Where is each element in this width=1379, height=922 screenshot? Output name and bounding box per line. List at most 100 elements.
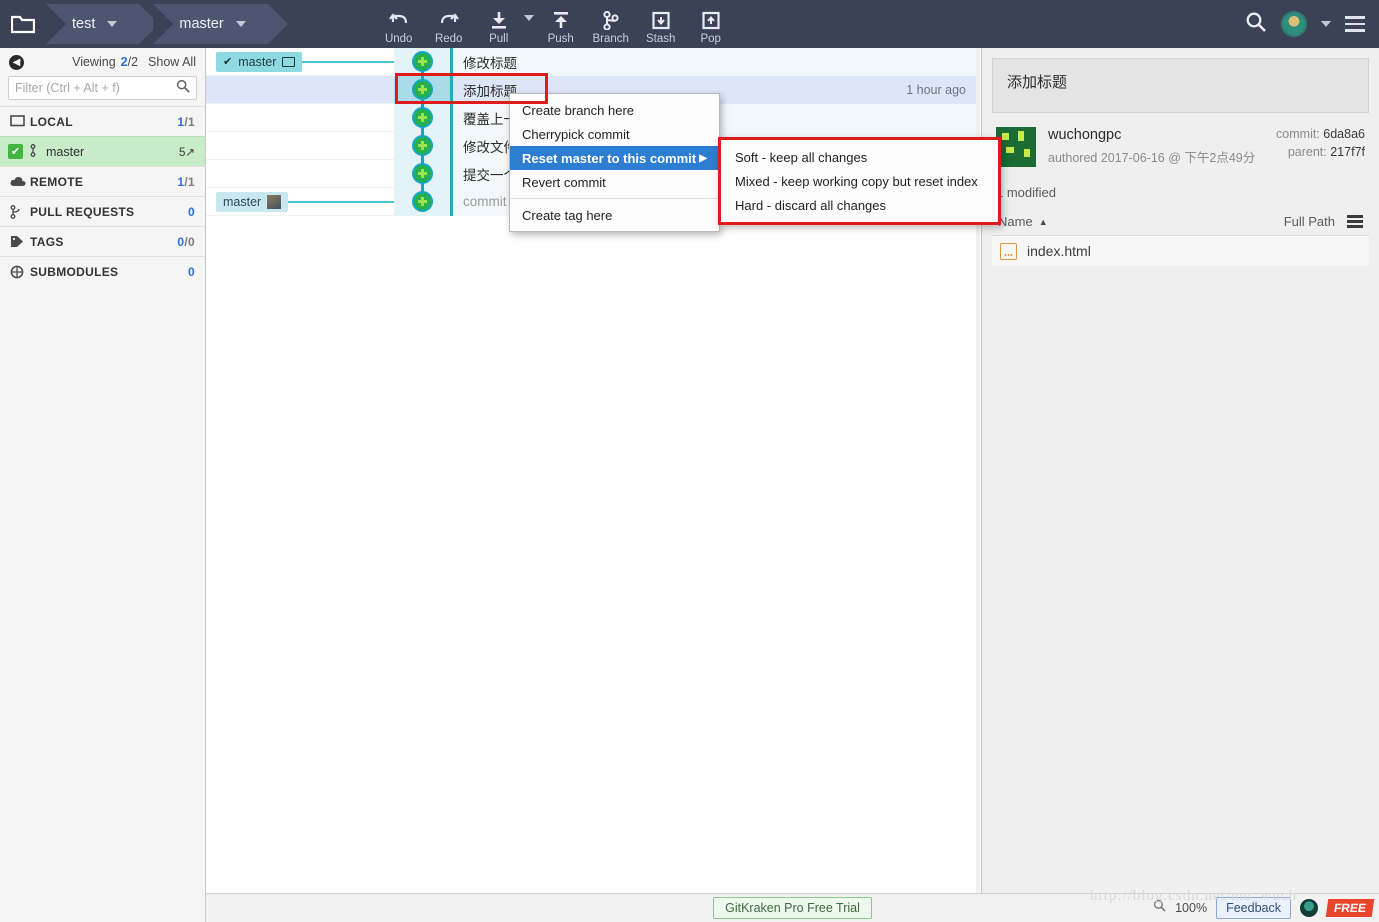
redo-button[interactable]: Redo <box>424 2 474 48</box>
folder-icon[interactable] <box>0 0 46 48</box>
sidebar-item-submodules[interactable]: SUBMODULES 0 <box>0 256 205 286</box>
show-all-button[interactable]: Show All <box>148 55 196 69</box>
menu-item-cherrypick-commit[interactable]: Cherrypick commit <box>510 122 719 146</box>
remote-avatar-icon <box>267 194 282 209</box>
menu-item-reset-soft[interactable]: Soft - keep all changes <box>721 145 998 169</box>
modified-count: 1 modified <box>996 185 1056 200</box>
free-badge: FREE <box>1325 899 1375 917</box>
commit-node[interactable] <box>411 51 433 72</box>
search-icon[interactable] <box>176 79 190 98</box>
commit-node[interactable] <box>411 107 433 128</box>
ref-zone: master <box>206 188 402 216</box>
list-view-icon[interactable] <box>1347 215 1363 228</box>
sidebar-item-local[interactable]: LOCAL 1/1 <box>0 106 205 136</box>
sidebar-branch-ahead: 5↗ <box>178 146 195 159</box>
menu-item-reset-to-commit[interactable]: Reset master to this commit ▶ <box>510 146 719 170</box>
sidebar-submodules-label: SUBMODULES <box>30 264 119 279</box>
sidebar-item-remote[interactable]: REMOTE 1/1 <box>0 166 205 196</box>
commit-node-cell[interactable] <box>394 75 450 104</box>
user-avatar[interactable] <box>1281 11 1307 37</box>
commit-node-cell[interactable] <box>394 187 450 216</box>
menu-item-create-branch[interactable]: Create branch here <box>510 98 719 122</box>
pull-label: Pull <box>489 33 509 45</box>
sidebar-item-master-branch[interactable]: ✔ master 5↗ <box>0 136 205 166</box>
avatar-glyph-icon <box>416 84 428 95</box>
breadcrumb-repo[interactable]: test <box>46 4 160 44</box>
push-button[interactable]: Push <box>536 2 586 48</box>
sidebar-item-tags[interactable]: TAGS 0/0 <box>0 226 205 256</box>
pull-dropdown-toggle[interactable] <box>523 2 536 48</box>
filter-box[interactable] <box>8 76 197 100</box>
branch-label-local-master[interactable]: ✔ master <box>216 51 303 72</box>
authored-date: authored 2017-06-16 @ 下午2点49分 <box>1048 151 1256 165</box>
hamburger-menu-icon[interactable] <box>1345 16 1365 32</box>
parent-hash-value[interactable]: 217f7f <box>1330 145 1365 159</box>
redo-label: Redo <box>434 33 463 45</box>
table-row[interactable]: ✔ master 修改标题 <box>206 48 980 76</box>
pop-icon <box>701 9 721 31</box>
chevron-down-icon[interactable] <box>235 21 246 27</box>
commit-hashes: commit: 6da8a6 parent: 217f7f <box>1276 127 1365 167</box>
ref-zone <box>206 104 394 132</box>
breadcrumb-branch[interactable]: master <box>153 4 289 44</box>
column-name-label[interactable]: Name <box>998 214 1033 229</box>
sidebar-tags-label: TAGS <box>30 234 64 249</box>
stash-button[interactable]: Stash <box>636 2 686 48</box>
branch-label-remote-master[interactable]: master <box>216 191 289 212</box>
commit-message: 修改标题 <box>463 55 517 71</box>
commit-node[interactable] <box>411 163 433 184</box>
menu-item-create-tag[interactable]: Create tag here <box>510 203 719 227</box>
pop-button[interactable]: Pop <box>686 2 736 48</box>
sidebar-remote-label: REMOTE <box>30 174 84 189</box>
menu-item-label: Soft - keep all changes <box>735 149 868 165</box>
commit-message-text: 添加标题 <box>1007 74 1068 91</box>
commit-hash-value[interactable]: 6da8a6 <box>1323 127 1365 141</box>
breadcrumb-branch-label: master <box>179 16 224 32</box>
undo-button[interactable]: Undo <box>374 2 424 48</box>
chevron-down-icon[interactable] <box>107 21 118 27</box>
commit-node[interactable] <box>411 191 433 212</box>
sidebar-tags-count: 0/0 <box>177 234 195 249</box>
monitor-icon <box>10 115 30 128</box>
pull-button[interactable]: Pull <box>474 2 524 48</box>
back-arrow-icon[interactable]: ◀ <box>9 54 24 70</box>
search-input[interactable] <box>15 81 176 95</box>
sort-ascending-icon[interactable]: ▲ <box>1039 217 1048 227</box>
commit-author-row: wuchongpc authored 2017-06-16 @ 下午2点49分 … <box>992 127 1369 167</box>
parent-hash-line: parent: 217f7f <box>1276 145 1365 159</box>
toolbar-actions: Undo Redo Pull Push Branch Stash Pop <box>374 0 736 48</box>
avatar-glyph-icon <box>416 112 428 123</box>
sidebar-branch-label: master <box>46 144 85 159</box>
search-icon[interactable] <box>1245 11 1267 38</box>
commit-message: commit <box>463 194 507 209</box>
toolbar-right-group <box>1245 11 1379 38</box>
branch-icon <box>30 143 46 160</box>
sidebar-item-pull-requests[interactable]: PULL REQUESTS 0 <box>0 196 205 226</box>
commit-detail-panel: 添加标题 wuchongpc authored 2017-06-16 @ 下午2… <box>981 48 1379 893</box>
list-item[interactable]: index.html <box>992 236 1369 266</box>
menu-item-reset-mixed[interactable]: Mixed - keep working copy but reset inde… <box>721 169 998 193</box>
pro-trial-button[interactable]: GitKraken Pro Free Trial <box>713 897 872 919</box>
commit-node-cell[interactable] <box>394 103 450 132</box>
kraken-icon[interactable] <box>1299 899 1318 917</box>
checkbox-checked-icon[interactable]: ✔ <box>8 144 23 159</box>
parent-hash-label: parent: <box>1287 145 1327 159</box>
viewing-total: /2 <box>127 55 139 69</box>
column-fullpath-label[interactable]: Full Path <box>1284 214 1335 229</box>
commit-node[interactable] <box>411 79 433 100</box>
commit-node-cell[interactable] <box>394 159 450 188</box>
commit-message-cell[interactable]: 修改标题 <box>450 48 980 76</box>
ref-zone <box>206 160 394 188</box>
avatar-glyph-icon <box>416 168 428 179</box>
branch-button[interactable]: Branch <box>586 2 636 48</box>
menu-item-reset-hard[interactable]: Hard - discard all changes <box>721 193 998 217</box>
ref-connector <box>276 200 402 203</box>
viewing-count: 2 <box>120 55 128 69</box>
chevron-down-icon[interactable] <box>1321 21 1331 27</box>
menu-item-revert-commit[interactable]: Revert commit <box>510 170 719 194</box>
sidebar-header: ◀ Viewing 2 /2 Show All <box>0 48 205 76</box>
undo-label: Undo <box>384 33 413 45</box>
commit-node-cell[interactable] <box>394 48 450 76</box>
commit-node-cell[interactable] <box>394 131 450 160</box>
commit-node[interactable] <box>411 135 433 156</box>
